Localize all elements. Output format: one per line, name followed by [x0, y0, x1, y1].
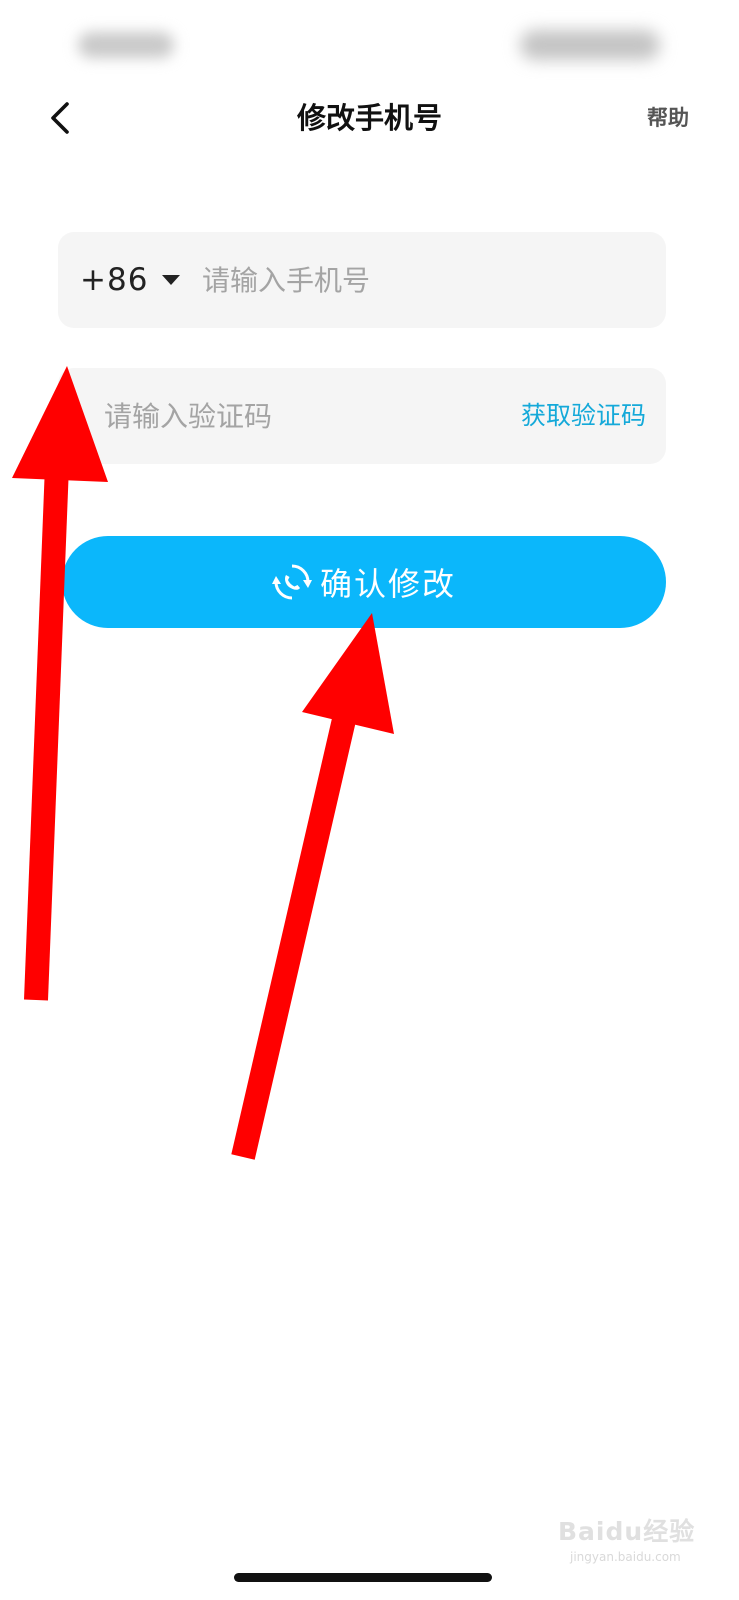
baidu-watermark-url: jingyan.baidu.com: [570, 1550, 681, 1564]
change-phone-screen: 修改手机号 帮助 +86 获取验证码 确认修改: [0, 0, 739, 1600]
annotation-arrows: [12, 366, 394, 1160]
arrow-to-fields: [12, 366, 108, 1001]
arrow-to-confirm: [231, 613, 394, 1160]
home-indicator: [234, 1573, 492, 1582]
baidu-watermark: Baidu经验: [558, 1517, 696, 1546]
